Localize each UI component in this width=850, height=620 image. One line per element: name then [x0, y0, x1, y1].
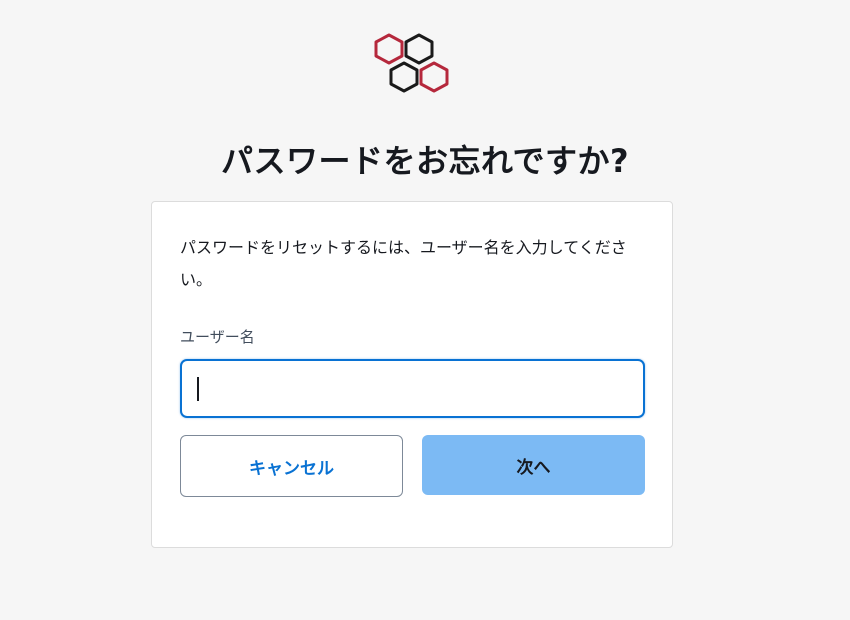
- page-title: パスワードをお忘れですか?: [220, 142, 630, 180]
- cancel-button[interactable]: キャンセル: [180, 435, 403, 497]
- username-label: ユーザー名: [180, 328, 255, 346]
- username-input[interactable]: [180, 359, 645, 418]
- instructions-text: パスワードをリセットするには、ユーザー名を入力してください。: [180, 238, 627, 289]
- forgot-password-card: パスワードをリセットするには、ユーザー名を入力してください。 ユーザー名 キャン…: [151, 201, 673, 548]
- text-caret: [197, 377, 199, 401]
- honeycomb-logo-icon: [374, 33, 449, 93]
- next-button[interactable]: 次へ: [422, 435, 645, 495]
